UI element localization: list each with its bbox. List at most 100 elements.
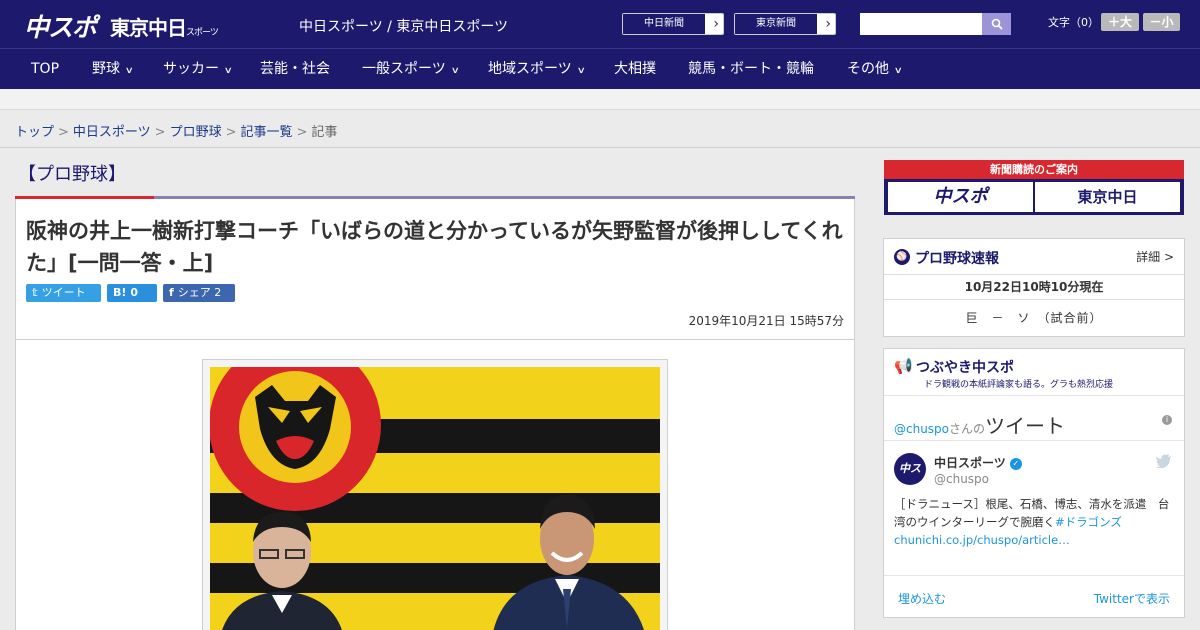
- main-nav: TOP 野球 ∨ サッカー ∨ 芸能・社会 一般スポーツ ∨ 地域スポーツ ∨ 大相撲 …: [0, 48, 1200, 89]
- nav-label: 芸能・社会: [260, 61, 330, 77]
- breadcrumb-separator: >: [154, 125, 166, 140]
- nav-soccer[interactable]: サッカー ∨: [163, 49, 233, 90]
- tokyo-shimbun-button[interactable]: 東京新聞 ›: [734, 13, 836, 35]
- nav-label: TOP: [31, 61, 60, 77]
- breadcrumb-top[interactable]: トップ: [15, 125, 54, 140]
- twitter-icon: 𝕥: [32, 286, 38, 299]
- article-date: 2019年10月21日 15時57分: [688, 314, 844, 328]
- chevron-down-icon: ∨: [124, 66, 134, 76]
- chunichi-shimbun-button[interactable]: 中日新聞 ›: [622, 13, 724, 35]
- search-button[interactable]: [982, 13, 1011, 35]
- baseball-icon: ⚾: [894, 249, 910, 265]
- megaphone-icon: 📢: [894, 357, 913, 375]
- tweet-body: ［ドラニュース］根尾、石橋、博志、清水を派遣 台湾のウインターリーグで腕磨く: [894, 497, 1170, 529]
- chevron-down-icon: ∨: [450, 66, 460, 76]
- details-link[interactable]: 詳細 >: [1136, 248, 1174, 265]
- breadcrumb-separator: >: [296, 125, 308, 140]
- nav-top[interactable]: TOP: [31, 49, 59, 90]
- subscription-tokyo-chunichi[interactable]: 東京中日: [1035, 182, 1180, 212]
- tweet-button[interactable]: 𝕥 ツイート: [26, 284, 101, 302]
- account-id[interactable]: @chuspo: [934, 472, 989, 486]
- font-increase-button[interactable]: ＋大: [1101, 13, 1139, 31]
- nav-label: 競馬・ボート・競輪: [688, 61, 814, 77]
- subscription-chuspo[interactable]: 中スポ: [888, 182, 1033, 212]
- site-name-link[interactable]: 中日スポーツ / 東京中日スポーツ: [299, 16, 508, 36]
- tokyo-shimbun-label: 東京新聞: [735, 14, 817, 34]
- nav-general-sports[interactable]: 一般スポーツ ∨: [362, 49, 460, 90]
- photo-frame: HANSHIN: [202, 359, 668, 630]
- tokyo-chunichi-logo-sub: スポーツ: [186, 28, 219, 38]
- breadcrumb-bar: トップ > 中日スポーツ > プロ野球 > 記事一覧 > 記事: [0, 110, 1200, 148]
- nav-label: 地域スポーツ: [488, 61, 572, 77]
- article-photo[interactable]: HANSHIN: [210, 367, 660, 630]
- account-name-text: 中日スポーツ: [934, 456, 1006, 470]
- score-timestamp: 10月22日10時10分現在: [884, 275, 1184, 300]
- avatar[interactable]: 中スポ: [894, 453, 926, 507]
- chevron-right-icon: ›: [713, 16, 719, 32]
- nav-racing[interactable]: 競馬・ボート・競輪: [688, 49, 814, 90]
- breadcrumb-separator: >: [58, 125, 69, 140]
- view-on-twitter-link[interactable]: Twitterで表示: [1094, 590, 1170, 607]
- hatena-bookmark-button[interactable]: B! 0: [107, 284, 157, 302]
- tweets-title: @chuspoさんのツイート: [894, 410, 1065, 439]
- twitter-widget: 📢 つぶやき中スポ ドラ観戦の本紙評論家も語る。グラも熱烈応援 @chuspoさ…: [883, 348, 1185, 618]
- hatena-count: 0: [130, 286, 139, 299]
- nav-label: 野球: [92, 61, 120, 77]
- game-status[interactable]: 巨 － ソ （試合前）: [884, 300, 1184, 337]
- chevron-right-icon: ›: [825, 16, 831, 32]
- article-headline: 阪神の井上一樹新打撃コーチ「いばらの道と分かっているが矢野監督が後押ししてくれた…: [26, 219, 843, 275]
- widget-header: ⚾ プロ野球速報 詳細 >: [884, 239, 1184, 275]
- search-icon: [991, 18, 1003, 30]
- subscription-banner-title: 新聞購読のご案内: [884, 160, 1184, 179]
- spacer-strip: [0, 89, 1200, 110]
- tweet-text: ［ドラニュース］根尾、石橋、博志、清水を派遣 台湾のウインターリーグで腕磨く#ド…: [894, 495, 1174, 549]
- tokyo-chunichi-logo-text: 東京中日: [110, 16, 187, 40]
- facebook-share-button[interactable]: f シェア 2: [163, 284, 235, 302]
- search-input[interactable]: [860, 13, 982, 35]
- facebook-share-label: シェア 2: [177, 286, 222, 299]
- widget-title: つぶやき中スポ: [916, 360, 1014, 376]
- nav-local-sports[interactable]: 地域スポーツ ∨: [488, 49, 586, 90]
- hanshin-banner-text: HANSHIN: [417, 574, 506, 594]
- breadcrumb-chunichi-sports[interactable]: 中日スポーツ: [73, 125, 151, 140]
- article-body: HANSHIN: [15, 340, 855, 630]
- chevron-down-icon: ∨: [893, 66, 903, 76]
- nav-label: サッカー: [163, 61, 219, 77]
- info-icon[interactable]: i: [1162, 415, 1172, 425]
- tweet-label: ツイート: [41, 286, 86, 299]
- tweets-label: ツイート: [985, 414, 1066, 438]
- font-decrease-button[interactable]: －小: [1143, 13, 1180, 31]
- nav-sumo[interactable]: 大相撲: [614, 49, 656, 90]
- hatena-icon: B!: [113, 286, 127, 299]
- chevron-down-icon: ∨: [576, 66, 586, 76]
- breadcrumb-article-list[interactable]: 記事一覧: [241, 125, 293, 140]
- account-name[interactable]: 中日スポーツ ✓: [934, 454, 1022, 471]
- chevron-down-icon: ∨: [223, 66, 233, 76]
- embed-link[interactable]: 埋め込む: [898, 590, 946, 607]
- chunichi-shimbun-label: 中日新聞: [623, 14, 705, 34]
- nav-entertainment[interactable]: 芸能・社会: [260, 49, 330, 90]
- widget-footer: 埋め込む Twitterで表示: [884, 575, 1184, 617]
- twitter-handle-link[interactable]: @chuspo: [894, 422, 949, 436]
- nav-label: 大相撲: [614, 61, 656, 77]
- tokyo-chunichi-logo[interactable]: 東京中日スポーツ: [110, 12, 219, 41]
- nav-others[interactable]: その他 ∨: [847, 49, 903, 90]
- nav-baseball[interactable]: 野球 ∨: [92, 49, 134, 90]
- widget-title: プロ野球速報: [915, 251, 999, 267]
- widget-subtitle: ドラ観戦の本紙評論家も語る。グラも熱烈応援: [924, 380, 1114, 390]
- site-header: 中スポ 東京中日スポーツ 中日スポーツ / 東京中日スポーツ 中日新聞 › 東京…: [0, 0, 1200, 48]
- twitter-bird-icon[interactable]: [1156, 454, 1172, 472]
- widget-header: 📢 つぶやき中スポ ドラ観戦の本紙評論家も語る。グラも熱烈応援: [884, 349, 1184, 395]
- breadcrumb: トップ > 中日スポーツ > プロ野球 > 記事一覧 > 記事: [15, 121, 337, 140]
- tweets-header: @chuspoさんのツイート i: [884, 395, 1184, 441]
- subscription-banner[interactable]: 新聞購読のご案内 中スポ 東京中日: [884, 160, 1184, 215]
- verified-badge-icon: ✓: [1009, 457, 1022, 470]
- article-header: 阪神の井上一樹新打撃コーチ「いばらの道と分かっているが矢野監督が後押ししてくれた…: [15, 199, 855, 340]
- tweets-san: さんの: [949, 422, 986, 436]
- nav-label: 一般スポーツ: [362, 61, 446, 77]
- breadcrumb-separator: >: [225, 125, 237, 140]
- chuspo-logo[interactable]: 中スポ: [24, 8, 97, 44]
- press-conference-image: HANSHIN: [210, 367, 660, 630]
- breadcrumb-pro-baseball[interactable]: プロ野球: [170, 125, 222, 140]
- breadcrumb-current: 記事: [311, 125, 338, 140]
